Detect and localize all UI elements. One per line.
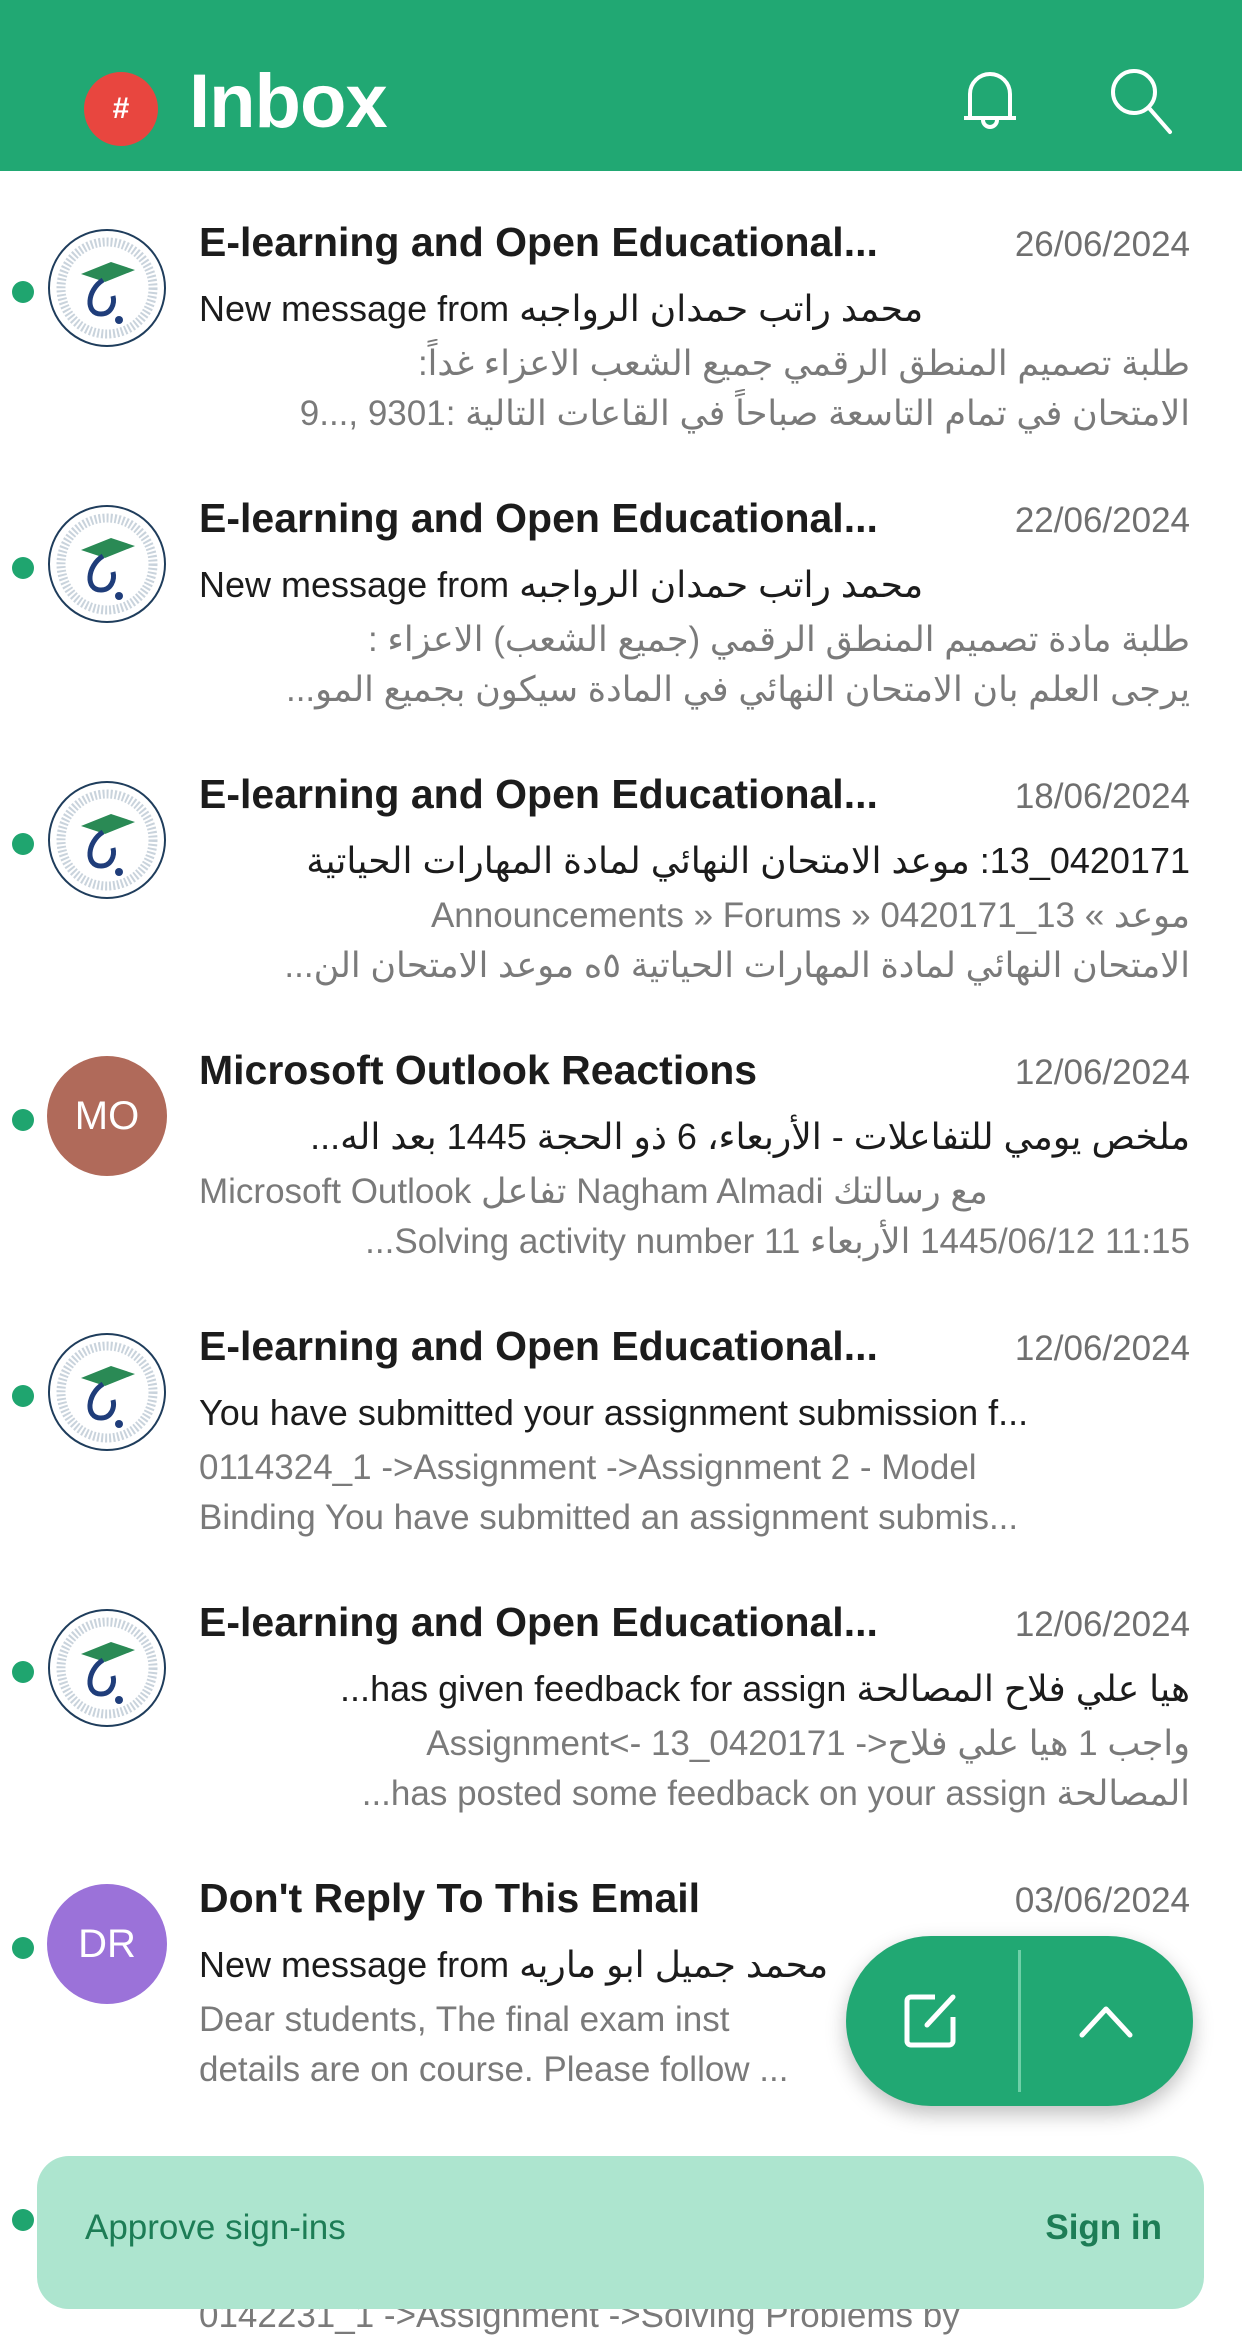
message-preview-line: المصالحة has posted some feedback on you… xyxy=(361,1774,1190,1813)
sender-name: Don't Reply To This Email xyxy=(199,1875,701,1921)
message-preview-line: Binding You have submitted an assignment… xyxy=(199,1498,1019,1537)
message-subject: هيا علي فلاح المصالحة has given feedback… xyxy=(340,1668,1190,1709)
elearning-logo-icon xyxy=(48,1609,166,1727)
app-header: # Inbox xyxy=(0,0,1242,171)
message-preview-line: طلبة تصميم المنطق الرقمي جميع الشعب الاع… xyxy=(417,344,1190,383)
message-content: E-learning and Open Educational... 12/06/… xyxy=(199,1323,1190,1543)
message-content: E-learning and Open Educational... 26/06/… xyxy=(199,219,1190,439)
unread-dot xyxy=(12,1661,34,1683)
message-date: 03/06/2024 xyxy=(1014,1881,1190,1920)
unread-dot xyxy=(12,833,34,855)
message-subject: You have submitted your assignment submi… xyxy=(199,1392,1029,1433)
compose-icon xyxy=(904,1994,956,2048)
message-date: 12/06/2024 xyxy=(1014,1053,1190,1092)
chevron-up-icon xyxy=(1079,2006,1133,2038)
message-row[interactable]: E-learning and Open Educational... 12/06/… xyxy=(0,1275,1242,1551)
sender-name: E-learning and Open Educational... xyxy=(199,495,878,541)
scroll-top-button[interactable] xyxy=(1021,1936,1191,2106)
message-preview-line: يرجى العلم بان الامتحان النهائي في الماد… xyxy=(285,670,1190,709)
sender-name: E-learning and Open Educational... xyxy=(199,1323,878,1369)
message-date: 12/06/2024 xyxy=(1014,1329,1190,1368)
elearning-logo-icon xyxy=(48,1333,166,1451)
message-row[interactable]: E-learning and Open Educational... 12/06/… xyxy=(0,1551,1242,1827)
message-content: E-learning and Open Educational... 22/06/… xyxy=(199,495,1190,715)
message-preview-line: 11:15 1445/06/12 الأربعاء Solving activi… xyxy=(365,1222,1190,1261)
sender-name: E-learning and Open Educational... xyxy=(199,219,878,265)
floating-action-bar xyxy=(846,1936,1193,2106)
unread-dot xyxy=(12,1385,34,1407)
avatar-initials: MO xyxy=(74,1093,140,1138)
message-date: 12/06/2024 xyxy=(1014,1605,1190,1644)
sender-name: E-learning and Open Educational... xyxy=(199,1599,878,1645)
unread-dot xyxy=(12,1937,34,1959)
message-date: 26/06/2024 xyxy=(1014,225,1190,264)
approve-signins-banner: Approve sign-ins Sign in xyxy=(37,2156,1204,2309)
message-subject: ملخص يومي للتفاعلات - الأربعاء، 6 ذو الح… xyxy=(310,1116,1190,1157)
message-preview-line: الامتحان النهائي لمادة المهارات الحياتية… xyxy=(284,946,1190,985)
message-preview-line: طلبة مادة تصميم المنطق الرقمي (جميع الشع… xyxy=(367,620,1190,659)
message-content: Microsoft Outlook Reactions 12/06/2024 مل… xyxy=(199,1047,1190,1267)
avatar-initials: DR xyxy=(78,1921,136,1966)
message-subject: New message from محمد راتب حمدان الرواجب… xyxy=(199,564,924,605)
sender-avatar: DR xyxy=(47,1884,167,2004)
message-preview-line: الامتحان في تمام التاسعة صباحاً في القاع… xyxy=(299,394,1190,433)
message-preview-line: Microsoft Outlook تفاعل Nagham Almadi مع… xyxy=(199,1172,988,1211)
sender-avatar xyxy=(47,504,167,624)
sender-avatar: MO xyxy=(47,1056,167,1176)
unread-dot xyxy=(12,2209,34,2231)
message-row[interactable]: E-learning and Open Educational... 26/06/… xyxy=(0,171,1242,447)
sender-name: Microsoft Outlook Reactions xyxy=(199,1047,758,1093)
message-row[interactable]: E-learning and Open Educational... 18/06/… xyxy=(0,723,1242,999)
banner-text: Approve sign-ins xyxy=(85,2208,346,2247)
message-date: 22/06/2024 xyxy=(1014,501,1190,540)
elearning-logo-icon xyxy=(48,505,166,623)
message-subject: New message from محمد راتب حمدان الرواجب… xyxy=(199,288,924,329)
message-row[interactable]: E-learning and Open Educational... 22/06/… xyxy=(0,447,1242,723)
message-content: E-learning and Open Educational... 18/06/… xyxy=(199,771,1190,991)
elearning-logo-icon xyxy=(48,781,166,899)
sender-name: E-learning and Open Educational... xyxy=(199,771,878,817)
account-badge[interactable]: # xyxy=(84,72,158,146)
message-date: 18/06/2024 xyxy=(1014,777,1190,816)
message-subject: 0420171_13: موعد الامتحان النهائي لمادة … xyxy=(306,840,1190,881)
message-row[interactable]: MO Microsoft Outlook Reactions 12/06/2024… xyxy=(0,999,1242,1275)
sender-avatar xyxy=(47,1608,167,1728)
sender-avatar xyxy=(47,1332,167,1452)
bell-icon[interactable] xyxy=(952,62,1028,138)
unread-dot xyxy=(12,281,34,303)
unread-dot xyxy=(12,557,34,579)
message-preview-line: واجب 1 هيا علي فلاح<- 0420171_13 ->Assig… xyxy=(426,1724,1190,1763)
account-badge-label: # xyxy=(112,92,130,125)
sender-avatar xyxy=(47,780,167,900)
page-title: Inbox xyxy=(189,59,388,144)
message-preview-line: موعد » Announcements » Forums » 0420171_… xyxy=(430,896,1190,935)
compose-button[interactable] xyxy=(846,1936,1016,2106)
sender-avatar xyxy=(47,228,167,348)
message-content: E-learning and Open Educational... 12/06/… xyxy=(199,1599,1190,1819)
message-list: E-learning and Open Educational... 26/06/… xyxy=(0,171,1242,2103)
unread-dot xyxy=(12,1109,34,1131)
sign-in-button[interactable]: Sign in xyxy=(1045,2208,1162,2248)
message-preview-line: 0114324_1 ->Assignment ->Assignment 2 - … xyxy=(199,1448,977,1487)
search-icon[interactable] xyxy=(1102,62,1178,138)
elearning-logo-icon xyxy=(48,229,166,347)
